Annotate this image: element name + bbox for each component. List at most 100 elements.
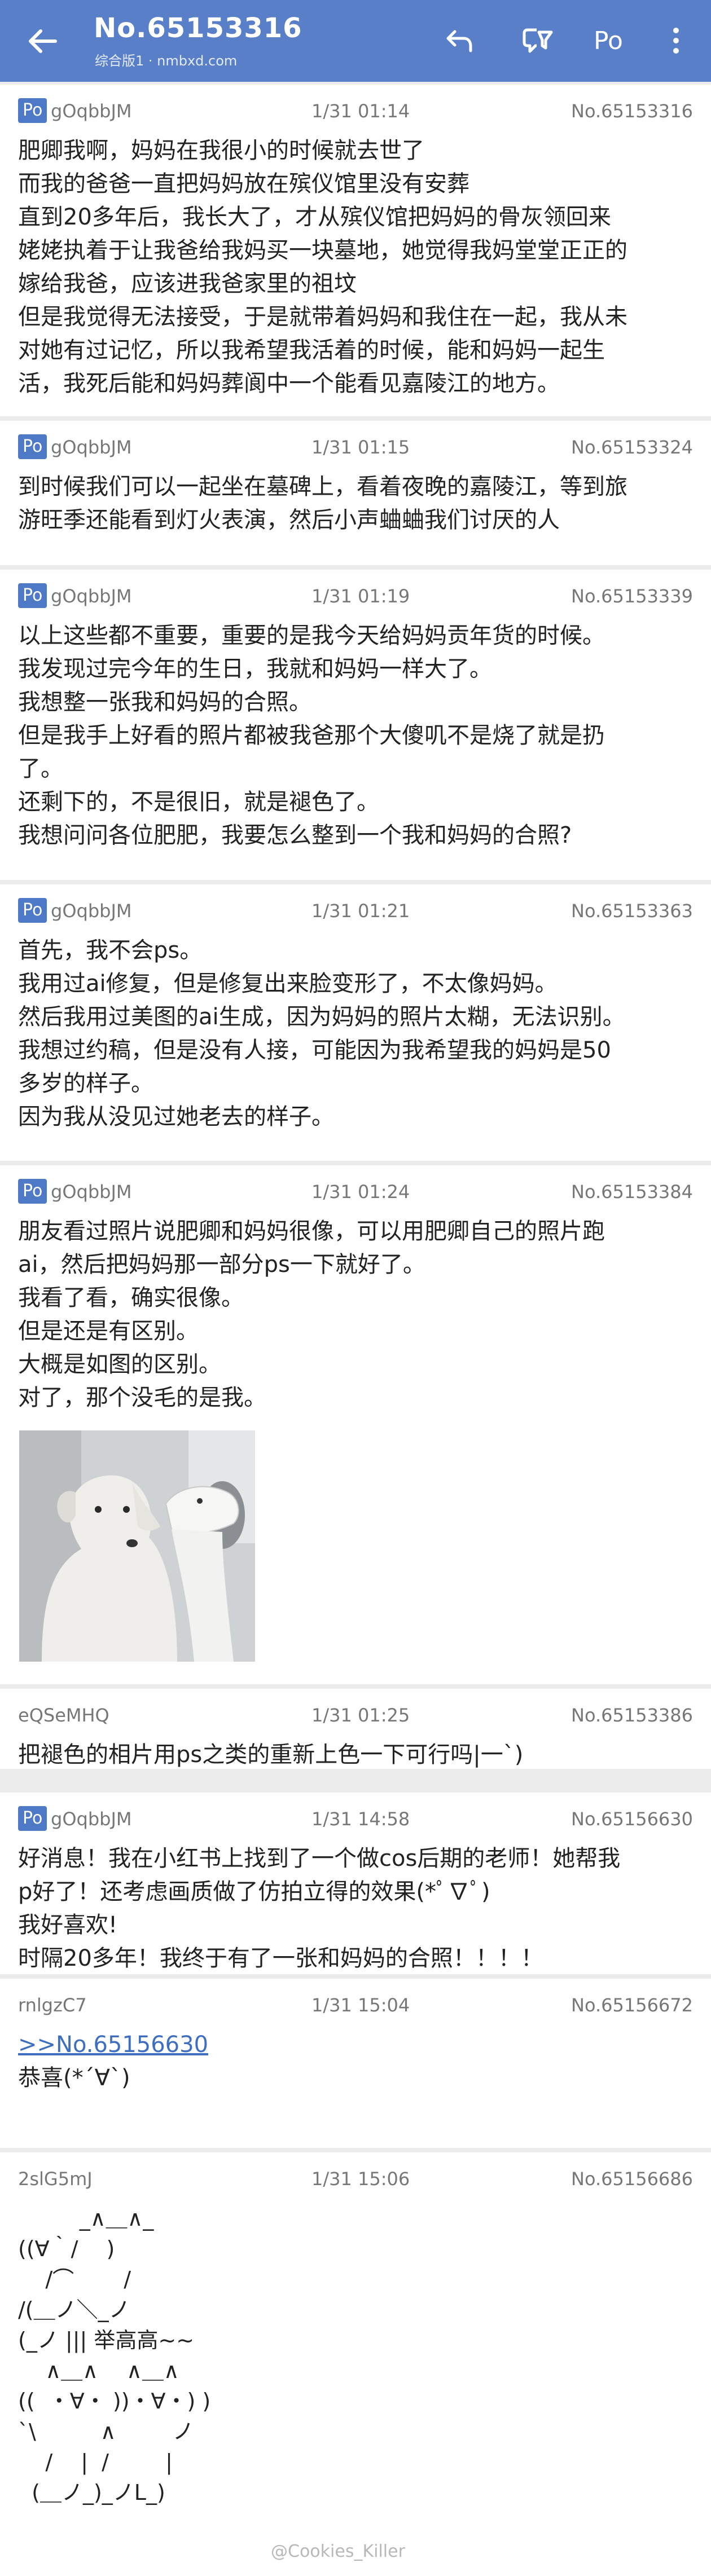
post-item[interactable]: Po gOqbbJM 1/31 14:58 No.65156630 好消息！我在… <box>0 1793 711 1974</box>
post-item[interactable]: Po gOqbbJM 1/31 01:14 No.65153316 肥卿我啊，妈… <box>0 85 711 416</box>
app-bar: No.65153316 综合版1 · nmbxd.com Po <box>0 0 711 82</box>
po-badge: Po <box>18 1806 47 1831</box>
po-badge: Po <box>18 98 47 123</box>
post-line: 还剩下的，不是很旧，就是褪色了。 <box>18 789 379 815</box>
post-item[interactable]: Po gOqbbJM 1/31 01:19 No.65153339 以上这些都不… <box>0 570 711 880</box>
aa-line: /(＿ノ＼_ノ <box>18 2297 130 2322</box>
post-line: 朋友看过照片说肥卿和妈妈很像，可以用肥卿自己的照片跑 <box>18 1218 605 1244</box>
post-user-id[interactable]: eQSeMHQ <box>18 1705 109 1726</box>
post-item[interactable]: 2slG5mJ 1/31 15:06 No.65156686 _∧＿∧_ ((∀… <box>0 2152 711 2576</box>
post-line: 我好喜欢! <box>18 1912 118 1938</box>
post-time: 1/31 01:24 <box>311 1181 410 1203</box>
post-line: 我想整一张我和妈妈的合照。 <box>18 689 311 715</box>
post-meta: Po gOqbbJM 1/31 01:19 No.65153339 <box>18 582 693 610</box>
post-time: 1/31 01:15 <box>311 437 410 458</box>
post-line: 姥姥执着于让我爸给我妈买一块墓地，她觉得我妈堂堂正正的 <box>18 237 627 263</box>
post-content: 以上这些都不重要，重要的是我今天给妈妈贡年货的时候。 我发现过完今年的生日，我就… <box>18 619 695 852</box>
post-item[interactable]: rnlgzC7 1/31 15:04 No.65156672 >>No.6515… <box>0 1979 711 2148</box>
filter-icon[interactable] <box>517 20 558 61</box>
post-user-id[interactable]: gOqbbJM <box>51 585 131 607</box>
watermark: @Cookies_Killer <box>271 2542 405 2561</box>
post-line: 多岁的样子。 <box>18 1071 153 1097</box>
post-line: 好消息！我在小红书上找到了一个做cos后期的老师！她帮我 <box>18 1846 621 1872</box>
post-line: 但是我觉得无法接受，于是就带着妈妈和我住在一起，我从未 <box>18 304 627 330</box>
post-item[interactable]: Po gOqbbJM 1/31 01:24 No.65153384 朋友看过照片… <box>0 1165 711 1684</box>
post-line: 到时候我们可以一起坐在墓碑上，看着夜晚的嘉陵江，等到旅 <box>18 474 627 500</box>
post-line: 首先，我不会ps。 <box>18 937 203 963</box>
po-badge: Po <box>18 1179 47 1204</box>
post-line: 嫁给我爸，应该进我爸家里的祖坟 <box>18 271 357 297</box>
post-number[interactable]: No.65153316 <box>571 100 693 122</box>
post-line: 对了，那个没毛的是我。 <box>18 1385 266 1411</box>
post-line: 然后我用过美图的ai生成，因为妈妈的照片太糊，无法识别。 <box>18 1004 625 1030</box>
post-line: 我想过约稿，但是没有人接，可能因为我希望我的妈妈是50 <box>18 1037 611 1063</box>
post-time: 1/31 01:21 <box>311 900 410 922</box>
aa-line: /⌒ / <box>18 2267 131 2292</box>
post-line: 了。 <box>18 756 63 782</box>
back-arrow-icon[interactable] <box>23 21 62 61</box>
post-meta: Po gOqbbJM 1/31 01:15 No.65153324 <box>18 433 693 461</box>
aa-line: / | / | <box>18 2450 173 2474</box>
po-badge: Po <box>18 583 47 608</box>
post-time: 1/31 15:04 <box>311 1994 410 2016</box>
post-number[interactable]: No.65153324 <box>571 437 693 458</box>
post-content: 首先，我不会ps。 我用过ai修复，但是修复出来脸变形了，不太像妈妈。 然后我用… <box>18 934 695 1134</box>
post-meta: 2slG5mJ 1/31 15:06 No.65156686 <box>18 2165 693 2193</box>
ascii-art-content: _∧＿∧_ ((∀｀/ ) /⌒ / /(＿ノ＼_ノ (_ノ ||| 举高高~~… <box>18 2203 695 2508</box>
post-user-id[interactable]: gOqbbJM <box>51 1808 131 1830</box>
post-number[interactable]: No.65153386 <box>571 1705 693 1726</box>
po-badge: Po <box>18 434 47 459</box>
post-number[interactable]: No.65153363 <box>571 900 693 922</box>
post-number[interactable]: No.65153339 <box>571 585 693 607</box>
reply-icon[interactable] <box>439 20 480 61</box>
po-only-button[interactable]: Po <box>588 20 629 61</box>
post-number[interactable]: No.65156630 <box>571 1808 693 1830</box>
post-item[interactable]: Po gOqbbJM 1/31 01:21 No.65153363 首先，我不会… <box>0 884 711 1161</box>
post-user-id[interactable]: gOqbbJM <box>51 437 131 458</box>
post-line: p好了！还考虑画质做了仿拍立得的效果(*ﾟ∇ﾟ) <box>18 1879 490 1905</box>
post-meta: rnlgzC7 1/31 15:04 No.65156672 <box>18 1991 693 2019</box>
post-user-id[interactable]: 2slG5mJ <box>18 2168 93 2190</box>
po-badge: Po <box>18 898 47 923</box>
post-content: 到时候我们可以一起坐在墓碑上，看着夜晚的嘉陵江，等到旅 游旺季还能看到灯火表演，… <box>18 470 695 537</box>
post-meta: Po gOqbbJM 1/31 01:21 No.65153363 <box>18 897 693 925</box>
aa-line: (_ノ ||| 举高高~~ <box>18 2328 195 2353</box>
post-content: 肥卿我啊，妈妈在我很小的时候就去世了 而我的爸爸一直把妈妈放在殡仪馆里没有安葬 … <box>18 134 695 400</box>
post-number[interactable]: No.65156672 <box>571 1994 693 2016</box>
quote-link[interactable]: >>No.65156630 <box>18 2032 208 2058</box>
post-line: 活，我死后能和妈妈葬阆中一个能看见嘉陵江的地方。 <box>18 371 560 397</box>
post-content: 好消息！我在小红书上找到了一个做cos后期的老师！她帮我 p好了！还考虑画质做了… <box>18 1842 695 1975</box>
post-line: 时隔20多年！我终于有了一张和妈妈的合照！！！！ <box>18 1945 543 1971</box>
post-meta: Po gOqbbJM 1/31 01:24 No.65153384 <box>18 1178 693 1206</box>
aa-line: _∧＿∧_ <box>18 2206 154 2231</box>
post-line: 把褪色的相片用ps之类的重新上色一下可行吗|一`) <box>18 1742 524 1768</box>
post-line: 大概是如图的区别。 <box>18 1351 221 1377</box>
post-item[interactable]: Po gOqbbJM 1/31 01:15 No.65153324 到时候我们可… <box>0 421 711 565</box>
post-line: 游旺季还能看到灯火表演，然后小声蛐蛐我们讨厌的人 <box>18 507 560 533</box>
post-line: 直到20多年后，我长大了，才从殡仪馆把妈妈的骨灰领回来 <box>18 204 611 230</box>
post-user-id[interactable]: gOqbbJM <box>51 900 131 922</box>
post-meta: eQSeMHQ 1/31 01:25 No.65153386 <box>18 1701 693 1729</box>
aa-line: ∧＿∧ ∧＿∧ <box>18 2358 179 2383</box>
post-item[interactable]: eQSeMHQ 1/31 01:25 No.65153386 把褪色的相片用ps… <box>0 1689 711 1769</box>
post-line: 恭喜(*´∀`) <box>18 2065 130 2091</box>
post-user-id[interactable]: rnlgzC7 <box>18 1994 87 2016</box>
post-user-id[interactable]: gOqbbJM <box>51 1181 131 1203</box>
post-line: 我想问问各位肥肥，我要怎么整到一个我和妈妈的合照? <box>18 822 572 848</box>
more-vert-icon[interactable] <box>656 20 696 61</box>
post-content: 把褪色的相片用ps之类的重新上色一下可行吗|一`) <box>18 1738 695 1772</box>
aa-line: (( ・∀・ ))・∀・) ) <box>18 2389 211 2414</box>
post-meta: Po gOqbbJM 1/31 14:58 No.65156630 <box>18 1805 693 1833</box>
post-image-thumbnail[interactable] <box>19 1430 255 1662</box>
thread-title: No.65153316 <box>94 12 302 44</box>
aa-line: ((∀｀/ ) <box>18 2236 115 2261</box>
post-line: 我发现过完今年的生日，我就和妈妈一样大了。 <box>18 656 492 682</box>
post-number[interactable]: No.65153384 <box>571 1181 693 1203</box>
post-line: 对她有过记忆，所以我希望我活着的时候，能和妈妈一起生 <box>18 337 605 363</box>
post-line: 以上这些都不重要，重要的是我今天给妈妈贡年货的时候。 <box>18 623 605 649</box>
post-user-id[interactable]: gOqbbJM <box>51 100 131 122</box>
post-content: 朋友看过照片说肥卿和妈妈很像，可以用肥卿自己的照片跑 ai，然后把妈妈那一部分p… <box>18 1215 695 1415</box>
aa-line: `\ ∧ ノ <box>18 2419 194 2444</box>
post-number[interactable]: No.65156686 <box>571 2168 693 2190</box>
post-line: 而我的爸爸一直把妈妈放在殡仪馆里没有安葬 <box>18 171 469 197</box>
